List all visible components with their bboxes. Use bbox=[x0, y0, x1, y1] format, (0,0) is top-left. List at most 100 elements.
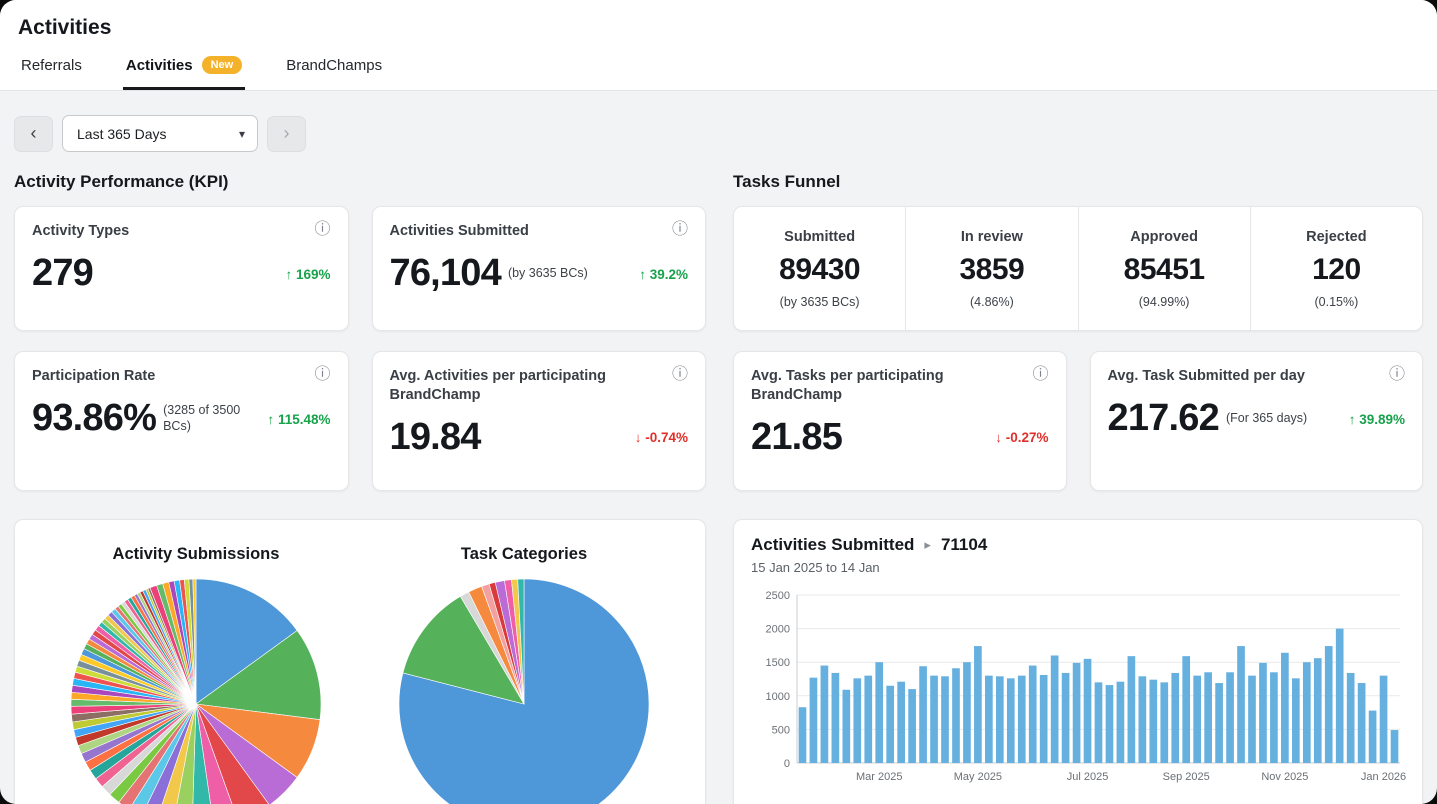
trend-down-icon: ↓ bbox=[634, 430, 642, 446]
info-icon[interactable]: ⓘ bbox=[1032, 367, 1048, 383]
funnel-stage-rejected: Rejected 120 (0.15%) bbox=[1251, 207, 1422, 330]
funnel-stage-approved: Approved 85451 (94.99%) bbox=[1079, 207, 1251, 331]
funnel-stage-submitted: Submitted 89430 (by 3635 BCs) bbox=[734, 207, 907, 331]
kpi-value-wrap: 93.86% (3285 of 3500 BCs) bbox=[32, 398, 267, 439]
page-title: Activities bbox=[18, 16, 112, 39]
drill-arrow-icon: ▸ bbox=[924, 537, 931, 553]
kpi-card-avg-activities: Avg. Activities per participating BrandC… bbox=[371, 351, 706, 492]
trend-down-icon: ↓ bbox=[995, 430, 1002, 446]
kpi-section-title: Activity Performance (KPI) bbox=[14, 172, 229, 192]
svg-text:Sep 2025: Sep 2025 bbox=[1163, 771, 1210, 783]
info-icon[interactable]: ⓘ bbox=[314, 367, 330, 383]
card-title: Avg. Tasks per participating BrandChamp bbox=[751, 368, 944, 404]
kpi-card-activity-types: Activity Types ⓘ 279 ↑ 169% bbox=[14, 206, 349, 332]
kpi-column: Activity Performance (KPI) Activity Type… bbox=[14, 172, 706, 804]
date-range-select[interactable]: Last 365 Days ▾ bbox=[62, 115, 258, 153]
trend-value: 39.89% bbox=[1359, 411, 1405, 427]
kpi-value-wrap: 76,104 (by 3635 BCs) bbox=[389, 252, 588, 295]
stage-label: Submitted bbox=[784, 228, 856, 245]
kpi-note: (by 3635 BCs) bbox=[507, 266, 588, 281]
kpi-value-wrap: 19.84 bbox=[389, 415, 482, 458]
activities-dashboard: Activities Referrals Activities New Bran… bbox=[0, 0, 1437, 804]
kpi-card-activities-submitted: Activities Submitted ⓘ 76,104 (by 3635 B… bbox=[371, 206, 706, 332]
kpi-trend: ↓ -0.74% bbox=[635, 430, 688, 445]
svg-text:Jan 2026: Jan 2026 bbox=[1361, 771, 1406, 783]
kpi-value: 19.84 bbox=[389, 415, 482, 458]
trend-up-icon: ↑ bbox=[285, 266, 293, 282]
info-icon[interactable]: ⓘ bbox=[1389, 367, 1405, 383]
date-range-value: Last 365 Days bbox=[77, 125, 167, 142]
card-title: Avg. Activities per participating BrandC… bbox=[389, 368, 606, 404]
card-title: Participation Rate bbox=[32, 368, 156, 385]
stage-sub: (by 3635 BCs) bbox=[779, 294, 860, 309]
kpi-trend: ↓ -0.27% bbox=[995, 430, 1048, 445]
funnel-kpi-grid: Avg. Tasks per participating BrandChamp … bbox=[733, 351, 1423, 492]
kpi-trend: ↑ 39.89% bbox=[1349, 412, 1405, 427]
tab-brandchamps[interactable]: BrandChamps bbox=[283, 56, 385, 90]
svg-text:Mar 2025: Mar 2025 bbox=[856, 771, 902, 783]
stage-value: 3859 bbox=[959, 252, 1025, 286]
stage-label: Rejected bbox=[1306, 228, 1367, 245]
info-icon[interactable]: ⓘ bbox=[314, 222, 330, 238]
chevron-right-icon: › bbox=[283, 123, 290, 144]
kpi-card-avg-task-per-day: Avg. Task Submitted per day ⓘ 217.62 (Fo… bbox=[1089, 351, 1423, 492]
svg-text:May 2025: May 2025 bbox=[954, 771, 1002, 783]
content-area: ‹ Last 365 Days ▾ › Activity Performance… bbox=[0, 91, 1437, 804]
stage-sub: (0.15%) bbox=[1314, 294, 1359, 309]
chart-header: Activities Submitted ▸ 71104 bbox=[751, 535, 1405, 555]
tab-label: BrandChamps bbox=[286, 56, 383, 74]
kpi-value-wrap: 217.62 (For 365 days) bbox=[1107, 397, 1308, 440]
kpi-value-wrap: 21.85 bbox=[751, 415, 843, 458]
kpi-value: 21.85 bbox=[751, 415, 843, 458]
svg-text:Jul 2025: Jul 2025 bbox=[1067, 771, 1109, 783]
info-icon[interactable]: ⓘ bbox=[672, 222, 688, 238]
kpi-trend: ↑ 169% bbox=[285, 267, 330, 282]
kpi-card-avg-tasks: Avg. Tasks per participating BrandChamp … bbox=[733, 351, 1067, 492]
task-categories-block: Task Categories bbox=[360, 541, 688, 804]
kpi-value: 279 bbox=[32, 252, 94, 295]
date-navigation: ‹ Last 365 Days ▾ › bbox=[14, 115, 1423, 153]
kpi-trend: ↑ 115.48% bbox=[267, 412, 330, 427]
tab-referrals[interactable]: Referrals bbox=[18, 56, 85, 90]
next-period-button[interactable]: › bbox=[267, 115, 306, 152]
chart-date-range: 15 Jan 2025 to 14 Jan bbox=[751, 560, 880, 576]
svg-text:1000: 1000 bbox=[766, 691, 790, 703]
chart-title: Activities Submitted bbox=[751, 535, 915, 555]
pie-chart-title: Activity Submissions bbox=[112, 545, 280, 564]
tasks-funnel-card: Submitted 89430 (by 3635 BCs) In review … bbox=[733, 206, 1423, 332]
stage-sub: (94.99%) bbox=[1138, 294, 1190, 309]
svg-text:Nov 2025: Nov 2025 bbox=[1261, 771, 1308, 783]
tab-label: Activities bbox=[125, 56, 193, 74]
pie-chart-title: Task Categories bbox=[460, 545, 588, 564]
trend-up-icon: ↑ bbox=[639, 266, 646, 282]
page-header: Activities Referrals Activities New Bran… bbox=[0, 0, 1437, 91]
kpi-value: 217.62 bbox=[1107, 397, 1220, 440]
card-title: Avg. Task Submitted per day bbox=[1107, 368, 1305, 385]
stage-value: 120 bbox=[1312, 252, 1361, 286]
task-categories-pie-chart bbox=[398, 578, 650, 804]
activity-submissions-block: Activity Submissions bbox=[32, 541, 360, 804]
funnel-stage-in-review: In review 3859 (4.86%) bbox=[906, 207, 1079, 331]
prev-period-button[interactable]: ‹ bbox=[14, 115, 53, 152]
pie-charts-card: Activity Submissions Task Categories bbox=[14, 519, 706, 804]
info-icon[interactable]: ⓘ bbox=[672, 367, 688, 383]
trend-value: 169% bbox=[295, 266, 331, 282]
kpi-trend: ↑ 39.2% bbox=[639, 267, 688, 282]
tab-label: Referrals bbox=[21, 56, 82, 74]
tab-bar: Referrals Activities New BrandChamps bbox=[18, 56, 1419, 91]
card-title: Activities Submitted bbox=[389, 223, 529, 240]
funnel-section-title: Tasks Funnel bbox=[733, 172, 841, 192]
tab-activities[interactable]: Activities New bbox=[122, 56, 246, 91]
svg-text:0: 0 bbox=[784, 758, 790, 770]
stage-label: Approved bbox=[1130, 228, 1198, 245]
kpi-note: (For 365 days) bbox=[1225, 411, 1308, 426]
kpi-grid: Activity Types ⓘ 279 ↑ 169% Activities S… bbox=[14, 206, 706, 492]
kpi-value: 76,104 bbox=[389, 252, 502, 295]
chart-total: 71104 bbox=[940, 535, 988, 555]
dashboard-columns: Activity Performance (KPI) Activity Type… bbox=[14, 172, 1423, 804]
trend-value: -0.27% bbox=[1005, 430, 1049, 446]
svg-text:1500: 1500 bbox=[766, 657, 790, 669]
funnel-column: Tasks Funnel Submitted 89430 (by 3635 BC… bbox=[733, 172, 1423, 804]
chevron-left-icon: ‹ bbox=[30, 123, 37, 144]
activity-submissions-pie-chart bbox=[70, 578, 322, 804]
